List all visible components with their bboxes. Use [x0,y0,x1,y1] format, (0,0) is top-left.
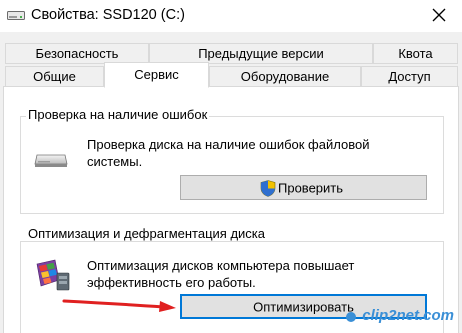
watermark: clip2net.com [345,307,454,329]
tab-previous-versions[interactable]: Предыдущие версии [149,43,373,64]
tab-security[interactable]: Безопасность [5,43,149,64]
optimize-title: Оптимизация и дефрагментация диска [26,226,267,241]
watermark-text: clip2net.com [362,307,454,324]
title-bar: Свойства: SSD120 (C:) [0,0,462,32]
annotation-arrow-icon [62,299,176,312]
optimize-description-line1: Оптимизация дисков компьютера повышает [87,258,355,273]
tab-label: Доступ [388,69,431,84]
tab-label: Оборудование [240,69,330,84]
tab-label: Квота [398,46,433,61]
defrag-icon [36,259,70,291]
error-check-title: Проверка на наличие ошибок [26,107,210,122]
close-icon[interactable] [428,4,450,26]
tab-label: Безопасность [35,46,119,61]
tab-quota[interactable]: Квота [373,43,458,64]
tab-label: Общие [33,69,76,84]
hard-drive-icon [34,154,68,167]
tab-tools[interactable]: Сервис [104,62,209,88]
error-check-description-line1: Проверка диска на наличие ошибок файлово… [87,137,370,152]
tab-label: Предыдущие версии [198,46,324,61]
optimize-description-line2: эффективность его работы. [87,275,256,290]
tab-sharing[interactable]: Доступ [361,66,458,87]
check-button[interactable]: Проверить [180,175,427,200]
watermark-logo-icon [345,311,356,322]
uac-shield-icon [260,180,276,197]
tab-general[interactable]: Общие [5,66,104,87]
error-check-description-line2: системы. [87,154,143,169]
window-title: Свойства: SSD120 (C:) [31,7,185,23]
drive-icon [7,11,25,20]
tab-hardware[interactable]: Оборудование [209,66,361,87]
check-button-label: Проверить [278,180,344,195]
tab-label: Сервис [134,67,179,82]
